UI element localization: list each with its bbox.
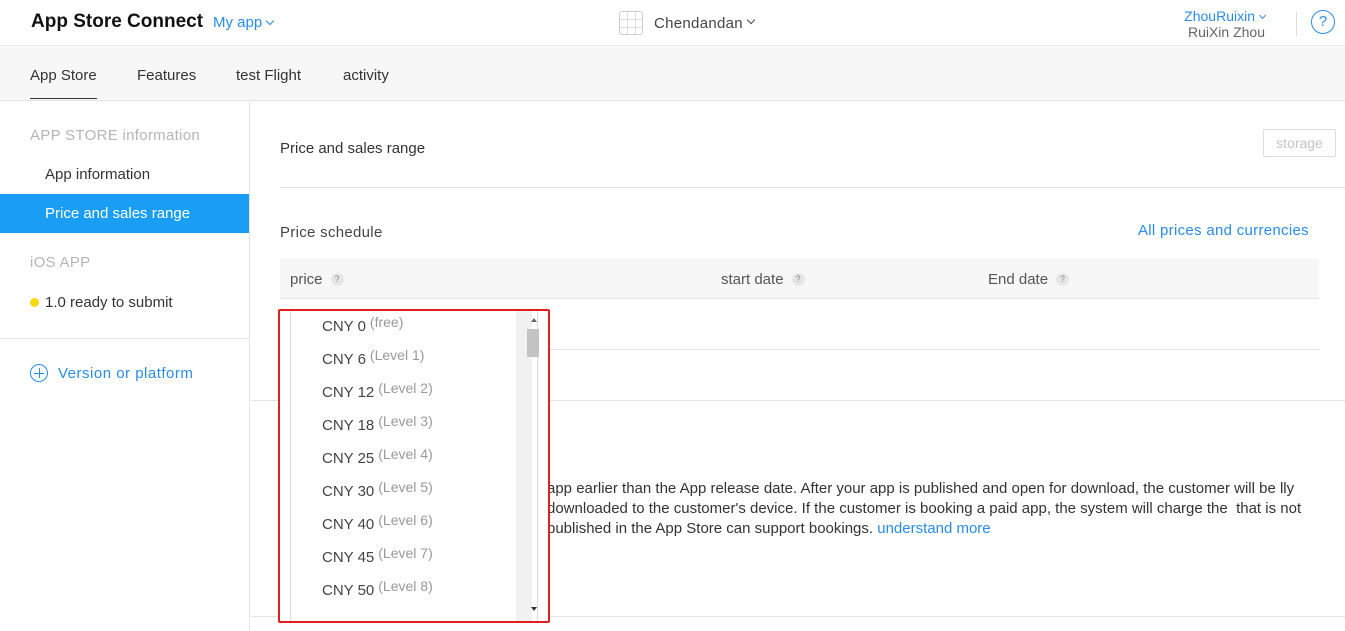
plus-circle-icon: [30, 364, 48, 382]
all-prices-link[interactable]: All prices and currencies: [1138, 222, 1309, 239]
user-menu[interactable]: ZhouRuixin RuiXin Zhou: [1184, 8, 1267, 40]
sidebar-item-app-information[interactable]: App information: [0, 155, 249, 194]
help-question-icon[interactable]: ?: [1056, 273, 1070, 286]
help-question-icon[interactable]: ?: [330, 273, 344, 286]
column-start-date: start date?: [721, 271, 805, 288]
price-schedule-title: Price schedule: [280, 224, 383, 241]
price-dropdown[interactable]: CNY 0 (free) CNY 6 (Level 1) CNY 12 (Level …: [278, 309, 550, 623]
price-option[interactable]: CNY 12 (Level 2): [322, 380, 433, 401]
price-option[interactable]: CNY 0 (free): [322, 314, 403, 335]
user-username: ZhouRuixin: [1184, 8, 1267, 24]
price-option[interactable]: CNY 50 (Level 8): [322, 578, 433, 599]
tab-activity[interactable]: activity: [343, 67, 389, 84]
user-fullname: RuiXin Zhou: [1187, 24, 1265, 40]
storage-button[interactable]: storage: [1263, 129, 1336, 157]
booking-description: app earlier than the App release date. A…: [547, 480, 1302, 537]
scroll-up-arrow-icon[interactable]: [531, 318, 537, 322]
sidebar-section-app-store: APP STORE information: [30, 127, 200, 144]
brand-title[interactable]: App Store Connect: [31, 11, 203, 33]
add-version-button[interactable]: Version or platform: [30, 364, 193, 382]
version-status-label: 1.0 ready to submit: [45, 294, 173, 311]
price-option[interactable]: CNY 6 (Level 1): [322, 347, 424, 368]
chevron-down-icon: [265, 16, 275, 26]
sidebar-section-ios-app: iOS APP: [30, 254, 91, 271]
price-schedule-header: price? start date? End date?: [280, 259, 1319, 299]
dropdown-scroll-thumb[interactable]: [527, 329, 539, 357]
price-option[interactable]: CNY 18 (Level 3): [322, 413, 433, 434]
sidebar-item-version-status[interactable]: 1.0 ready to submit: [30, 294, 173, 311]
page-title: Price and sales range: [280, 140, 426, 157]
tab-app-store[interactable]: App Store: [30, 67, 97, 99]
price-option[interactable]: CNY 25 (Level 4): [322, 446, 433, 467]
my-app-label: My app: [213, 14, 263, 31]
price-options-list: CNY 0 (free) CNY 6 (Level 1) CNY 12 (Level …: [290, 311, 538, 621]
sidebar-divider: [0, 338, 249, 339]
column-end-date: End date?: [988, 271, 1070, 288]
dropdown-scrollbar[interactable]: [516, 311, 532, 621]
price-option[interactable]: CNY 40 (Level 6): [322, 512, 433, 533]
team-name: Chendandan: [654, 14, 743, 32]
tab-features[interactable]: Features: [137, 67, 196, 84]
price-option[interactable]: CNY 45 (Level 7): [322, 545, 433, 566]
team-logo-icon: [619, 11, 643, 35]
top-bar: App Store Connect My app Chendandan Zhou…: [0, 0, 1345, 46]
tab-test-flight[interactable]: test Flight: [236, 67, 301, 84]
title-divider: [280, 187, 1345, 188]
header-divider: [1296, 12, 1297, 36]
price-option[interactable]: CNY 30 (Level 5): [322, 479, 433, 500]
main-tabs: App Store Features test Flight activity: [0, 47, 1345, 101]
chevron-down-icon: [746, 15, 756, 25]
team-switcher[interactable]: Chendandan: [619, 10, 756, 36]
sidebar-item-price-and-sales-range[interactable]: Price and sales range: [0, 194, 249, 233]
help-icon[interactable]: ?: [1311, 10, 1335, 34]
status-dot-icon: [30, 298, 39, 307]
column-price: price?: [290, 271, 344, 288]
sidebar: APP STORE information App information Pr…: [0, 102, 250, 631]
add-version-label: Version or platform: [58, 364, 194, 382]
scroll-down-arrow-icon[interactable]: [531, 607, 537, 611]
help-question-icon[interactable]: ?: [791, 273, 805, 286]
my-app-menu[interactable]: My app: [213, 14, 275, 31]
understand-more-link[interactable]: understand more: [877, 520, 990, 537]
